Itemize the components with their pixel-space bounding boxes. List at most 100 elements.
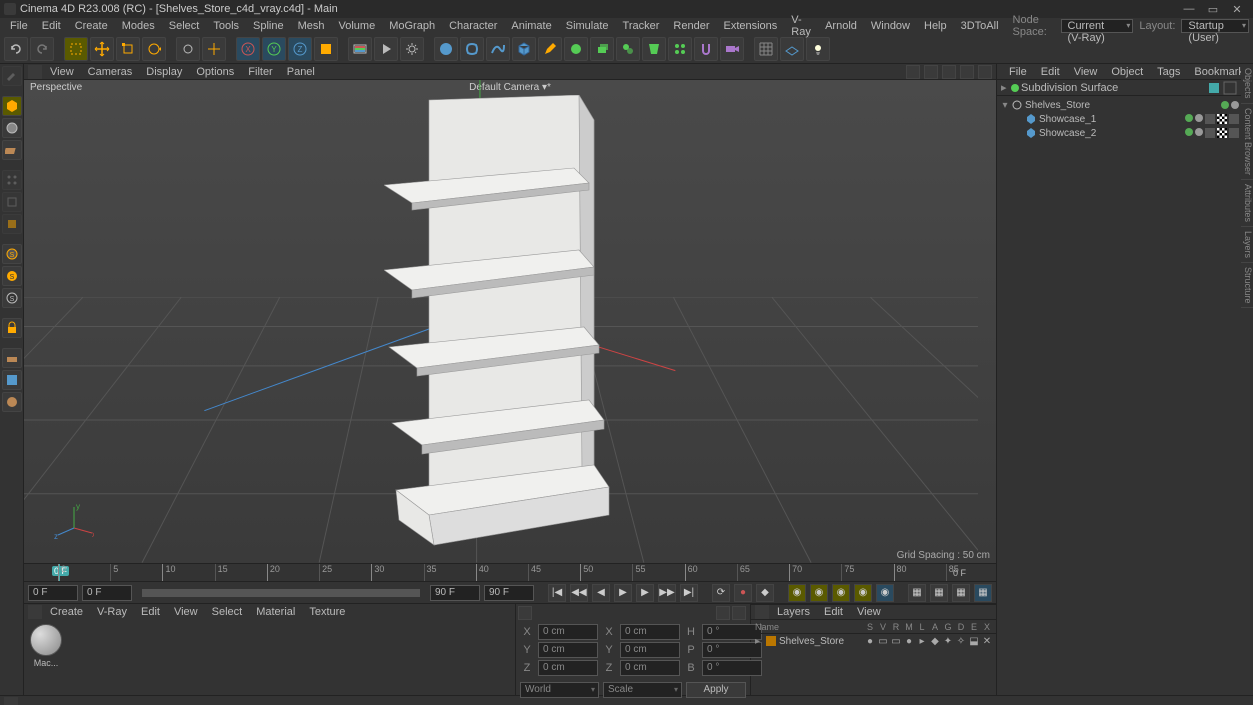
x-axis-button[interactable]: X: [236, 37, 260, 61]
om-edit[interactable]: Edit: [1035, 66, 1066, 78]
points-mode-button[interactable]: [2, 170, 22, 190]
goto-end-button[interactable]: ▶|: [680, 584, 698, 602]
fold-icon[interactable]: ▾: [1001, 100, 1009, 111]
coord-field[interactable]: 0 cm: [620, 642, 680, 658]
y-axis-button[interactable]: Y: [262, 37, 286, 61]
node-space-select[interactable]: Current (V-Ray): [1061, 19, 1134, 33]
tree-row[interactable]: Showcase_1: [999, 112, 1239, 126]
right-dock-tabs[interactable]: Objects Content Browser Attributes Layer…: [1241, 64, 1253, 695]
set-workplane-button[interactable]: [2, 370, 22, 390]
extrude-button[interactable]: [590, 37, 614, 61]
render-view-button[interactable]: [348, 37, 372, 61]
viewport[interactable]: Perspective Default Camera ▾* Grid Spaci…: [24, 80, 996, 563]
menu-edit[interactable]: Edit: [36, 20, 67, 32]
lay-view[interactable]: View: [851, 606, 887, 618]
mat-select[interactable]: Select: [206, 606, 249, 618]
workplane-button[interactable]: [780, 37, 804, 61]
menu-mograph[interactable]: MoGraph: [383, 20, 441, 32]
play-button[interactable]: ▶: [614, 584, 632, 602]
tree-row[interactable]: Showcase_2: [999, 126, 1239, 140]
render-pv-button[interactable]: [374, 37, 398, 61]
om-object[interactable]: Object: [1105, 66, 1149, 78]
mat-create[interactable]: Create: [44, 606, 89, 618]
next-frame-button[interactable]: ▶: [636, 584, 654, 602]
mat-vray[interactable]: V-Ray: [91, 606, 133, 618]
coord-menu-icon[interactable]: [518, 606, 532, 620]
menu-animate[interactable]: Animate: [505, 20, 557, 32]
attr-opt-icon[interactable]: [1223, 81, 1237, 95]
key-rot-button[interactable]: ◉: [832, 584, 850, 602]
axis-button[interactable]: [202, 37, 226, 61]
menu-extensions[interactable]: Extensions: [717, 20, 783, 32]
key-pla-button[interactable]: ◉: [876, 584, 894, 602]
vp-nav-dolly-icon[interactable]: [942, 65, 956, 79]
window-min-button[interactable]: —: [1177, 0, 1201, 18]
lay-layers[interactable]: Layers: [771, 606, 816, 618]
model-mode-button[interactable]: [2, 96, 22, 116]
menu-file[interactable]: File: [4, 20, 34, 32]
coord-opt2-icon[interactable]: [732, 606, 746, 620]
field-button[interactable]: [668, 37, 692, 61]
vp-view[interactable]: View: [44, 66, 80, 78]
scale-button[interactable]: [116, 37, 140, 61]
coord-space-select[interactable]: World: [520, 682, 599, 698]
vp-cameras[interactable]: Cameras: [82, 66, 139, 78]
tab-structure[interactable]: Structure: [1241, 263, 1253, 309]
current-frame-field[interactable]: [82, 585, 132, 601]
cycle-button[interactable]: ⟳: [712, 584, 730, 602]
instance-button[interactable]: [616, 37, 640, 61]
vp-options[interactable]: Options: [190, 66, 240, 78]
vp-filter[interactable]: Filter: [242, 66, 278, 78]
lay-menu-icon[interactable]: [755, 605, 769, 619]
pen-button[interactable]: [538, 37, 562, 61]
coord-opt1-icon[interactable]: [716, 606, 730, 620]
viewport-solo-button[interactable]: S: [2, 266, 22, 286]
menu-spline[interactable]: Spline: [247, 20, 290, 32]
object-tree[interactable]: ▾Shelves_StoreShowcase_1Showcase_2: [997, 96, 1241, 140]
live-select-button[interactable]: [64, 37, 88, 61]
coord-field[interactable]: 0 cm: [620, 624, 680, 640]
locked-workplane-button[interactable]: [2, 318, 22, 338]
align-workplane-button[interactable]: [2, 392, 22, 412]
deformer-button[interactable]: [642, 37, 666, 61]
total-frames-field[interactable]: [484, 585, 534, 601]
tab-layers[interactable]: Layers: [1241, 227, 1253, 263]
cube-button[interactable]: [512, 37, 536, 61]
light-button[interactable]: [806, 37, 830, 61]
vp-display[interactable]: Display: [140, 66, 188, 78]
record-button[interactable]: ●: [734, 584, 752, 602]
tree-row[interactable]: ▾Shelves_Store: [999, 98, 1239, 112]
mat-view[interactable]: View: [168, 606, 204, 618]
workplane-mode-button[interactable]: [2, 140, 22, 160]
mat-material[interactable]: Material: [250, 606, 301, 618]
object-flags[interactable]: [1185, 128, 1239, 138]
keymode3-button[interactable]: ▦: [952, 584, 970, 602]
layer-row[interactable]: ▸ Shelves_Store ●▭▭●▸ ◆✦✧⬓✕: [751, 634, 996, 648]
key-pos-button[interactable]: ◉: [788, 584, 806, 602]
menu-volume[interactable]: Volume: [333, 20, 382, 32]
object-flags[interactable]: [1221, 101, 1239, 109]
menu-simulate[interactable]: Simulate: [560, 20, 615, 32]
null-button[interactable]: [460, 37, 484, 61]
key-param-button[interactable]: ◉: [854, 584, 872, 602]
z-axis-button[interactable]: Z: [288, 37, 312, 61]
snap-enable-button[interactable]: S: [2, 288, 22, 308]
om-tags[interactable]: Tags: [1151, 66, 1186, 78]
menu-render[interactable]: Render: [667, 20, 715, 32]
menu-help[interactable]: Help: [918, 20, 953, 32]
om-view[interactable]: View: [1068, 66, 1104, 78]
autokey-button[interactable]: ◆: [756, 584, 774, 602]
mat-edit[interactable]: Edit: [135, 606, 166, 618]
make-editable-button[interactable]: [2, 66, 22, 86]
coord-field[interactable]: 0 cm: [538, 624, 598, 640]
keymode4-button[interactable]: ▦: [974, 584, 992, 602]
move-button[interactable]: [90, 37, 114, 61]
menu-3dtoall[interactable]: 3DToAll: [955, 20, 1005, 32]
vp-nav-pan-icon[interactable]: [924, 65, 938, 79]
goto-start-button[interactable]: |◀: [548, 584, 566, 602]
coord-mode-select[interactable]: Scale: [603, 682, 682, 698]
timeline-ruler[interactable]: 0 F 051015202530354045505560657075808590…: [24, 563, 996, 581]
last-tool-button[interactable]: [176, 37, 200, 61]
lay-edit[interactable]: Edit: [818, 606, 849, 618]
vp-nav-cursor-icon[interactable]: [906, 65, 920, 79]
